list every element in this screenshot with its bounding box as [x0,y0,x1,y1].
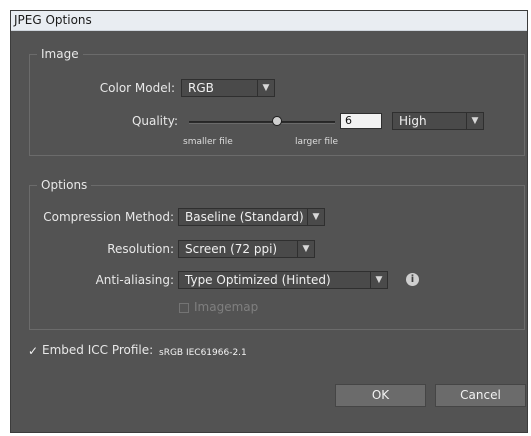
chevron-down-icon: ▼ [257,80,274,96]
compression-method-label: Compression Method: [43,210,174,224]
jpeg-options-dialog: JPEG Options Image Color Model: RGB ▼ Qu… [10,10,528,433]
embed-icc-profile-label: Embed ICC Profile: [42,343,154,357]
quality-preset-value: High [399,114,427,128]
embed-icc-profile-checkbox[interactable]: ✓ [28,345,38,357]
quality-slider-thumb[interactable] [271,116,282,126]
window-title: JPEG Options [11,11,527,31]
quality-number-input[interactable]: 6 [340,113,382,129]
smaller-file-label: smaller file [183,137,233,147]
chevron-down-icon: ▼ [307,209,324,225]
anti-aliasing-select[interactable]: Type Optimized (Hinted) ▼ [178,271,388,289]
color-model-value: RGB [188,81,214,95]
cancel-button[interactable]: Cancel [435,384,526,407]
anti-aliasing-value: Type Optimized (Hinted) [185,273,331,287]
resolution-select[interactable]: Screen (72 ppi) ▼ [178,240,315,258]
info-icon[interactable]: i [406,273,419,286]
compression-method-value: Baseline (Standard) [185,210,304,224]
options-group-label: Options [37,178,92,192]
imagemap-checkbox [179,303,189,313]
embed-icc-profile-value: sRGB IEC61966-2.1 [159,348,247,358]
imagemap-label: Imagemap [194,300,259,314]
image-group-label: Image [37,47,83,61]
quality-label: Quality: [131,114,178,128]
color-model-select[interactable]: RGB ▼ [181,79,275,97]
larger-file-label: larger file [295,137,339,147]
chevron-down-icon: ▼ [466,113,483,129]
anti-aliasing-label: Anti-aliasing: [95,273,174,287]
chevron-down-icon: ▼ [297,241,314,257]
options-group: Options Compression Method: Baseline (St… [29,178,525,330]
resolution-value: Screen (72 ppi) [185,242,278,256]
compression-method-select[interactable]: Baseline (Standard) ▼ [178,208,325,226]
quality-preset-select[interactable]: High ▼ [392,112,484,130]
ok-button[interactable]: OK [335,384,426,407]
resolution-label: Resolution: [107,242,174,256]
quality-slider-track[interactable] [189,121,335,124]
image-group: Image Color Model: RGB ▼ Quality: smalle… [29,47,525,156]
color-model-label: Color Model: [99,81,175,95]
chevron-down-icon: ▼ [370,272,387,288]
